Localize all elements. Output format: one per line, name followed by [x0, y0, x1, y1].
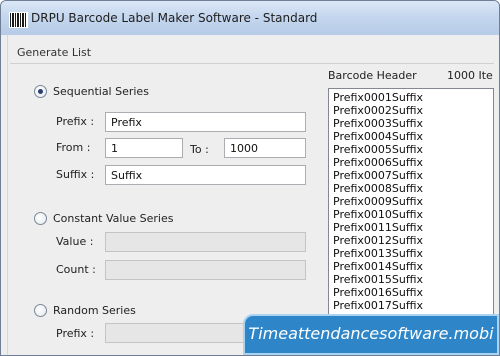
list-item[interactable]: Prefix0013Suffix [333, 247, 493, 260]
random-prefix-label: Prefix : [56, 327, 95, 340]
constant-value-input[interactable] [105, 232, 306, 252]
list-item[interactable]: Prefix0010Suffix [333, 208, 493, 221]
random-series-radio[interactable] [34, 303, 47, 317]
from-input[interactable]: 1 [105, 138, 183, 158]
list-item[interactable]: Prefix0008Suffix [333, 182, 493, 195]
sequential-prefix-input[interactable]: Prefix [105, 112, 306, 132]
constant-value-series-radio[interactable] [34, 211, 47, 225]
sequential-suffix-input[interactable]: Suffix [105, 165, 306, 185]
window-title: DRPU Barcode Label Maker Software - Stan… [31, 11, 318, 25]
list-item[interactable]: Prefix0011Suffix [333, 221, 493, 234]
list-item[interactable]: Prefix0009Suffix [333, 195, 493, 208]
from-label: From : [56, 141, 91, 154]
barcode-app-icon [9, 12, 28, 28]
to-input[interactable]: 1000 [224, 138, 306, 158]
list-item[interactable]: Prefix0005Suffix [333, 143, 493, 156]
generate-list-panel: Generate List Sequential Series Prefix :… [7, 35, 494, 355]
list-item[interactable]: Prefix0012Suffix [333, 234, 493, 247]
sequential-series-option[interactable]: Sequential Series [34, 83, 149, 99]
random-series-label: Random Series [53, 303, 136, 317]
barcode-header-label: Barcode Header [328, 69, 417, 82]
list-item[interactable]: Prefix0007Suffix [333, 169, 493, 182]
random-series-option[interactable]: Random Series [34, 302, 136, 318]
constant-value-series-option[interactable]: Constant Value Series [34, 210, 173, 226]
website-watermark: Timeattendancesoftware.mobi [243, 314, 499, 355]
group-title: Generate List [17, 46, 92, 59]
list-item[interactable]: Prefix0002Suffix [333, 104, 493, 117]
item-count-label: 1000 Ite [447, 69, 493, 82]
constant-value-series-label: Constant Value Series [53, 211, 174, 225]
sequential-series-label: Sequential Series [53, 84, 149, 98]
list-item[interactable]: Prefix0014Suffix [333, 260, 493, 273]
constant-count-input[interactable] [105, 260, 306, 280]
constant-count-label: Count : [56, 263, 96, 276]
constant-value-label: Value : [56, 235, 94, 248]
sequential-suffix-label: Suffix : [56, 168, 95, 181]
list-item[interactable]: Prefix0003Suffix [333, 117, 493, 130]
group-divider [10, 63, 494, 64]
list-item[interactable]: Prefix0001Suffix [333, 91, 493, 104]
to-label: To : [190, 143, 209, 156]
app-window: DRPU Barcode Label Maker Software - Stan… [0, 0, 500, 356]
list-item[interactable]: Prefix0016Suffix [333, 286, 493, 299]
list-item[interactable]: Prefix0017Suffix [333, 299, 493, 312]
sequential-prefix-label: Prefix : [56, 115, 95, 128]
list-item[interactable]: Prefix0004Suffix [333, 130, 493, 143]
list-item[interactable]: Prefix0006Suffix [333, 156, 493, 169]
list-item[interactable]: Prefix0015Suffix [333, 273, 493, 286]
sequential-series-radio[interactable] [34, 84, 47, 98]
title-bar[interactable]: DRPU Barcode Label Maker Software - Stan… [1, 1, 499, 35]
